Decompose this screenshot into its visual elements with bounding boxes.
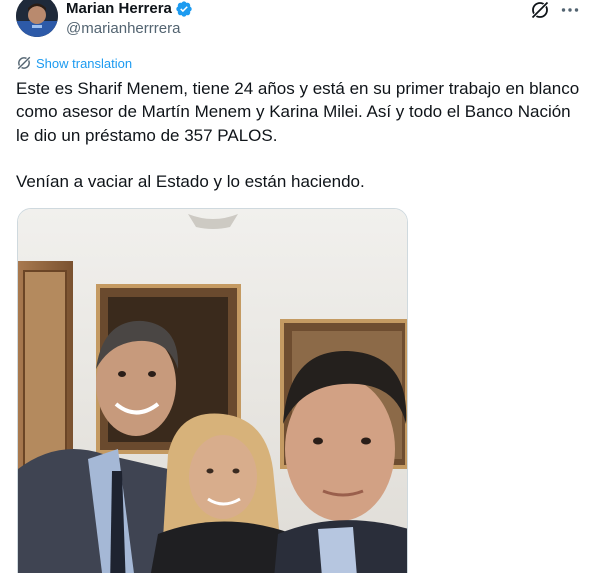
translate-icon <box>16 55 32 71</box>
show-translation-label: Show translation <box>36 55 133 71</box>
author-handle[interactable]: @marianherrrera <box>66 20 193 38</box>
tweet-photo[interactable] <box>17 208 408 573</box>
avatar-image <box>16 0 58 37</box>
tweet-text: Este es Sharif Menem, tiene 24 años y es… <box>16 79 580 192</box>
verified-badge-icon <box>175 0 193 18</box>
author-display-name[interactable]: Marian Herrera <box>66 0 172 18</box>
tweet: Marian Herrera @marianherrrera Show tran… <box>0 0 591 573</box>
tweet-header: Marian Herrera @marianherrrera <box>66 0 193 40</box>
tweet-top-actions <box>529 0 581 21</box>
name-row: Marian Herrera <box>66 0 193 18</box>
grok-icon[interactable] <box>529 0 551 21</box>
selfie-photo-image <box>18 209 407 573</box>
author-avatar[interactable] <box>16 0 58 37</box>
more-icon[interactable] <box>559 0 581 21</box>
show-translation-link[interactable]: Show translation <box>16 55 132 71</box>
